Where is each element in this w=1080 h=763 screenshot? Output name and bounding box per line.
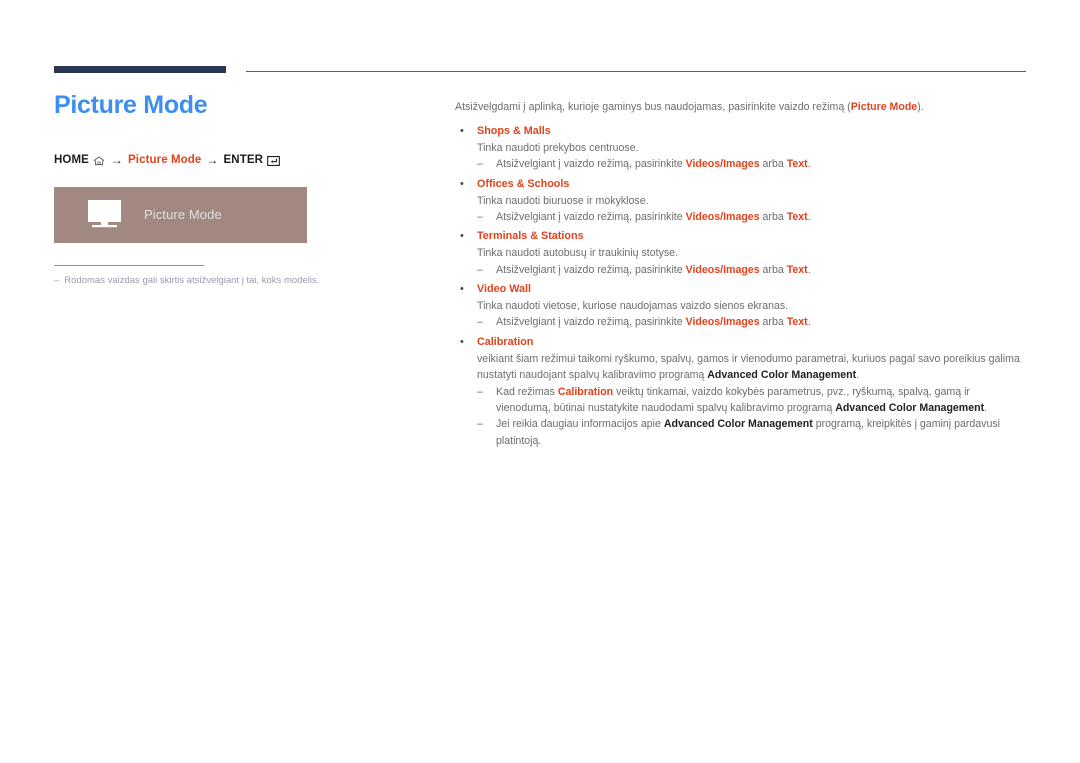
note-dash: –: [477, 158, 483, 171]
list-item-note: – Atsižvelgiant į vaizdo režimą, pasirink…: [477, 262, 1027, 278]
note-bold-term: Advanced Color Management: [835, 402, 985, 415]
calibration-note: – Kad režimas Calibration veiktų tinkamai…: [477, 384, 1027, 417]
menu-preview-label: Picture Mode: [144, 207, 222, 222]
note-accent-term: Calibration: [557, 385, 614, 398]
note-bold-term: Advanced Color Management: [663, 418, 813, 431]
page-title: Picture Mode: [54, 91, 208, 119]
list-item-header-row: • Shops & Malls: [455, 124, 1027, 140]
calibration-desc-bold: Advanced Color Management: [707, 369, 857, 382]
list-item-note: – Atsižvelgiant į vaizdo režimą, pasirink…: [477, 209, 1027, 225]
footnote-divider: [54, 264, 204, 266]
breadcrumb: HOME → Picture Mode → ENTER: [54, 153, 424, 167]
intro-accent-term: Picture Mode: [850, 101, 918, 113]
list-item-description: Tinka naudoti prekybos centruose.: [477, 141, 639, 154]
monitor-icon: [88, 199, 124, 230]
note-dash: –: [477, 210, 483, 223]
bullet-marker: •: [460, 124, 464, 137]
bullet-marker: •: [460, 335, 464, 348]
note-option-videos-images: Videos/Images: [685, 158, 760, 171]
list-item: • Offices & Schools Tinka naudoti biuruose…: [455, 177, 1027, 226]
calibration-note: – Jei reikia daugiau informacijos apie Ad…: [477, 416, 1027, 449]
bullet-marker: •: [460, 283, 464, 296]
calibration-desc-post: .: [856, 369, 860, 382]
note-text: Atsižvelgiant į vaizdo režimą, pasirinki…: [496, 210, 811, 223]
footnote: – Rodomas vaizdas gali skirtis atsižvelg…: [54, 274, 424, 287]
breadcrumb-arrow-2: →: [206, 152, 219, 167]
list-item-note: – Atsižvelgiant į vaizdo režimą, pasirink…: [477, 156, 1027, 172]
header-divider-line: [246, 71, 1026, 72]
breadcrumb-picture-mode: Picture Mode: [128, 153, 202, 166]
list-item-calibration: • Calibration veikiant šiam režimui taik…: [455, 335, 1027, 449]
footnote-text: Rodomas vaizdas gali skirtis atsižvelgia…: [64, 274, 320, 286]
note-option-videos-images: Videos/Images: [685, 210, 760, 223]
note-option-text: Text: [786, 316, 808, 329]
note-dash: –: [477, 316, 483, 329]
note-dash: –: [477, 263, 483, 276]
note-option-text: Text: [786, 263, 808, 276]
list-item: • Video Wall Tinka naudoti vietose, kurios…: [455, 282, 1027, 331]
list-item-heading: Offices & Schools: [477, 177, 570, 190]
list-item-heading: Calibration: [477, 335, 534, 348]
calibration-notes: – Kad režimas Calibration veiktų tinkamai…: [455, 384, 1027, 450]
note-dash: –: [477, 418, 483, 431]
mode-list: • Shops & Malls Tinka naudoti prekybos cen…: [455, 124, 1027, 331]
breadcrumb-arrow-1: →: [110, 152, 124, 167]
note-option-videos-images: Videos/Images: [685, 263, 760, 276]
note-option-text: Text: [786, 158, 808, 171]
list-item-note: – Atsižvelgiant į vaizdo režimą, pasirink…: [477, 314, 1027, 330]
list-item-description: Tinka naudoti autobusų ir traukinių stot…: [477, 247, 679, 260]
list-item-heading: Terminals & Stations: [477, 230, 584, 243]
breadcrumb-home-label: HOME: [54, 153, 89, 166]
intro-text-post: ).: [917, 101, 924, 113]
bullet-marker: •: [460, 177, 464, 190]
note-text: Atsižvelgiant į vaizdo režimą, pasirinki…: [496, 158, 811, 171]
intro-text-pre: Atsižvelgdami į aplinką, kurioje gaminys…: [455, 101, 851, 113]
note-text: Kad režimas Calibration veiktų tinkamai,…: [496, 385, 988, 415]
list-item-description: veikiant šiam režimui taikomi ryškumo, s…: [477, 351, 1027, 384]
breadcrumb-enter-label: ENTER: [223, 153, 264, 166]
list-item-description: Tinka naudoti biuruose ir mokyklose.: [477, 194, 649, 207]
note-option-videos-images: Videos/Images: [685, 316, 760, 329]
note-text: Jei reikia daugiau informacijos apie Adv…: [496, 418, 1001, 447]
list-item: • Terminals & Stations Tinka naudoti autob…: [455, 229, 1027, 278]
list-item-header-row: • Offices & Schools: [455, 177, 1027, 193]
left-panel: Picture Mode HOME → Picture Mode → ENTER: [54, 91, 424, 287]
enter-key-icon: [267, 155, 280, 166]
header-accent-bar: [54, 66, 226, 73]
menu-preview-box[interactable]: Picture Mode: [54, 186, 307, 243]
home-icon: [93, 156, 105, 166]
content-panel: Atsižvelgdami į aplinką, kurioje gaminys…: [455, 100, 1027, 449]
list-item: • Shops & Malls Tinka naudoti prekybos cen…: [455, 124, 1027, 173]
note-option-text: Text: [786, 210, 808, 223]
footnote-dash: –: [54, 274, 60, 286]
note-dash: –: [477, 385, 483, 398]
list-item-description: Tinka naudoti vietose, kuriose naudojama…: [477, 300, 789, 313]
note-text: Atsižvelgiant į vaizdo režimą, pasirinki…: [496, 263, 811, 276]
list-item-heading: Video Wall: [477, 283, 531, 296]
list-item-header-row: • Video Wall: [455, 282, 1027, 298]
list-item-header-row: • Terminals & Stations: [455, 229, 1027, 245]
intro-paragraph: Atsižvelgdami į aplinką, kurioje gaminys…: [455, 100, 1027, 116]
note-text: Atsižvelgiant į vaizdo režimą, pasirinki…: [496, 316, 811, 329]
list-item-heading: Shops & Malls: [477, 124, 551, 137]
bullet-marker: •: [460, 230, 464, 243]
